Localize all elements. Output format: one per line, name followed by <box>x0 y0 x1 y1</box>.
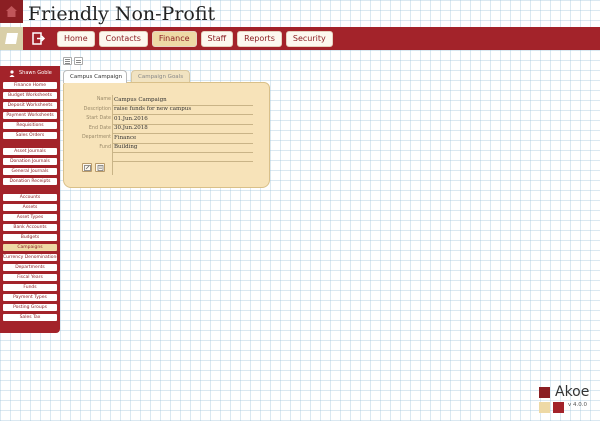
main-nav: Home Contacts Finance Staff Reports Security <box>57 31 333 47</box>
field-value: Finance <box>114 134 137 141</box>
delete-icon <box>97 165 104 171</box>
edit-icon <box>84 165 91 171</box>
sidebar-item-asset-types[interactable]: Asset Types <box>3 214 57 221</box>
sidebar-item-requisitions[interactable]: Requisitions <box>3 122 57 129</box>
sidebar-item-departments[interactable]: Departments <box>3 264 57 271</box>
nav-tab-contacts[interactable]: Contacts <box>98 31 148 47</box>
field-value: raise funds for new campus <box>114 106 192 112</box>
sidebar-item-funds[interactable]: Funds <box>3 284 57 291</box>
field-value: 01.Jun.2016 <box>114 115 148 122</box>
sidebar-item-sales-tax[interactable]: Sales Tax <box>3 314 57 321</box>
field-label: Description <box>83 106 111 112</box>
nav-tab-finance[interactable]: Finance <box>151 31 197 47</box>
field-underline <box>112 152 253 153</box>
sidebar-item-payment-worksheets[interactable]: Payment Worksheets <box>3 112 57 119</box>
sidebar-item-payment-types[interactable]: Payment Types <box>3 294 57 301</box>
sidebar-item-budget-worksheets[interactable]: Budget Worksheets <box>3 92 57 99</box>
nav-tab-security[interactable]: Security <box>285 31 333 47</box>
sidebar-item-currency-denominations[interactable]: Currency Denominations <box>3 254 57 261</box>
edit-button[interactable] <box>82 163 92 172</box>
nav-tab-reports[interactable]: Reports <box>237 31 282 47</box>
user-icon <box>9 70 15 77</box>
home-logo[interactable] <box>0 0 23 23</box>
field-label: Department <box>81 135 111 140</box>
sidebar-item-general-journals[interactable]: General Journals <box>3 168 57 175</box>
tab-campus-campaign[interactable]: Campus Campaign <box>63 70 127 83</box>
sidebar-toggle[interactable] <box>0 27 23 50</box>
exit-icon <box>32 32 46 45</box>
notebook-icon <box>5 33 18 44</box>
sidebar-item-donation-receipts[interactable]: Donation Receipts <box>3 178 57 185</box>
nav-tab-home[interactable]: Home <box>57 31 95 47</box>
field-value: Building <box>114 144 138 150</box>
user-row[interactable]: Shawn Goble <box>0 69 60 80</box>
sidebar-item-deposit-worksheets[interactable]: Deposit Worksheets <box>3 102 57 109</box>
sidebar-item-campaigns[interactable]: Campaigns <box>3 244 57 251</box>
logout-button[interactable] <box>27 27 50 50</box>
delete-button[interactable] <box>95 163 105 172</box>
field-underline <box>112 161 253 162</box>
field-label: Start Date <box>86 116 111 121</box>
field-label: Name <box>96 97 111 102</box>
record-panel: Name Campus Campaign Description raise fund… <box>63 82 270 188</box>
detail-view-button[interactable] <box>74 57 83 65</box>
home-icon <box>6 6 17 17</box>
sidebar-item-finance-home[interactable]: Finance Home <box>3 82 57 89</box>
nav-tab-staff[interactable]: Staff <box>200 31 234 47</box>
field-label: End Date <box>88 125 111 131</box>
brand-name: Akoe <box>555 384 590 400</box>
user-name: Shawn Goble <box>19 70 52 76</box>
sidebar-item-fiscal-years[interactable]: Fiscal Years <box>3 274 57 281</box>
sidebar-item-posting-groups[interactable]: Posting Groups <box>3 304 57 311</box>
list-view-button[interactable] <box>63 57 72 65</box>
sidebar: Shawn Goble Finance Home Budget Worksheet… <box>0 66 60 333</box>
brand-version: v 4.0.0 <box>568 402 587 408</box>
field-value: 30.Jun.2018 <box>114 125 148 131</box>
sidebar-item-sales-orders[interactable]: Sales Orders <box>3 132 57 139</box>
sidebar-item-donation-journals[interactable]: Donation Journals <box>3 158 57 165</box>
sidebar-item-accounts[interactable]: Accounts <box>3 194 57 201</box>
sidebar-item-asset-journals[interactable]: Asset Journals <box>3 148 57 155</box>
field-divider <box>112 95 113 175</box>
app-title: Friendly Non-Profit <box>28 3 216 25</box>
sidebar-item-budgets[interactable]: Budgets <box>3 234 57 241</box>
sidebar-item-assets[interactable]: Assets <box>3 204 57 211</box>
field-label: Fund <box>99 144 111 150</box>
sidebar-item-bank-accounts[interactable]: Bank Accounts <box>3 224 57 231</box>
field-value: Campus Campaign <box>114 96 167 103</box>
